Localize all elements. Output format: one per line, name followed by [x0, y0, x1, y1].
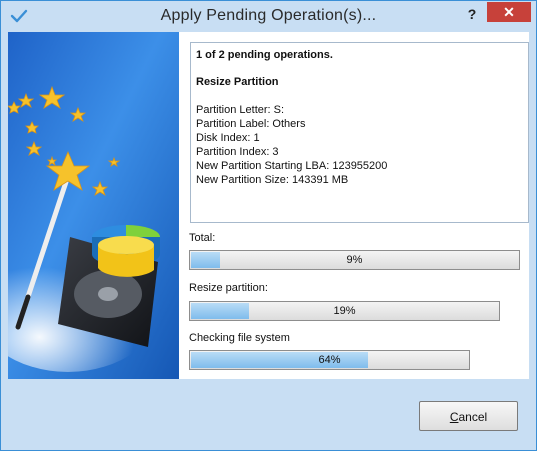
resize-progress-bar: 19% — [189, 301, 500, 321]
cancel-label-rest: ancel — [458, 410, 488, 424]
check-progress-bar: 64% — [189, 350, 470, 370]
cancel-button-label: Cancel — [420, 410, 517, 424]
total-progress-percent: 9% — [346, 254, 363, 266]
resize-progress-percent: 19% — [333, 305, 356, 317]
close-icon: ✕ — [503, 4, 515, 20]
help-button[interactable]: ? — [459, 3, 485, 25]
dialog-footer: Cancel — [1, 379, 536, 450]
close-button[interactable]: ✕ — [487, 2, 531, 22]
cancel-button[interactable]: Cancel — [419, 401, 518, 431]
title-bar[interactable]: Apply Pending Operation(s)... ? ✕ — [1, 1, 536, 32]
detail-partition-letter: Partition Letter: S: — [196, 104, 285, 116]
wizard-banner-image — [8, 32, 179, 379]
dialog-content: 1 of 2 pending operations. Resize Partit… — [8, 32, 529, 379]
check-progress-percent: 64% — [318, 354, 341, 366]
detail-partition-label: Partition Label: Others — [196, 118, 306, 130]
operation-details-box: 1 of 2 pending operations. Resize Partit… — [190, 42, 529, 223]
pending-summary: 1 of 2 pending operations. — [196, 49, 333, 61]
detail-partition-size: New Partition Size: 143391 MB — [196, 174, 349, 186]
operation-title: Resize Partition — [196, 76, 279, 88]
window-title: Apply Pending Operation(s)... — [160, 7, 377, 24]
total-progress-label: Total: — [189, 232, 216, 244]
detail-partition-index: Partition Index: 3 — [196, 146, 279, 158]
total-progress-bar: 9% — [189, 250, 520, 270]
check-progress-label: Checking file system — [189, 332, 290, 344]
detail-disk-index: Disk Index: 1 — [196, 132, 260, 144]
resize-progress-label: Resize partition: — [189, 282, 268, 294]
dialog-window: Apply Pending Operation(s)... ? ✕ 1 of 2… — [0, 0, 537, 451]
detail-starting-lba: New Partition Starting LBA: 123955200 — [196, 160, 388, 172]
